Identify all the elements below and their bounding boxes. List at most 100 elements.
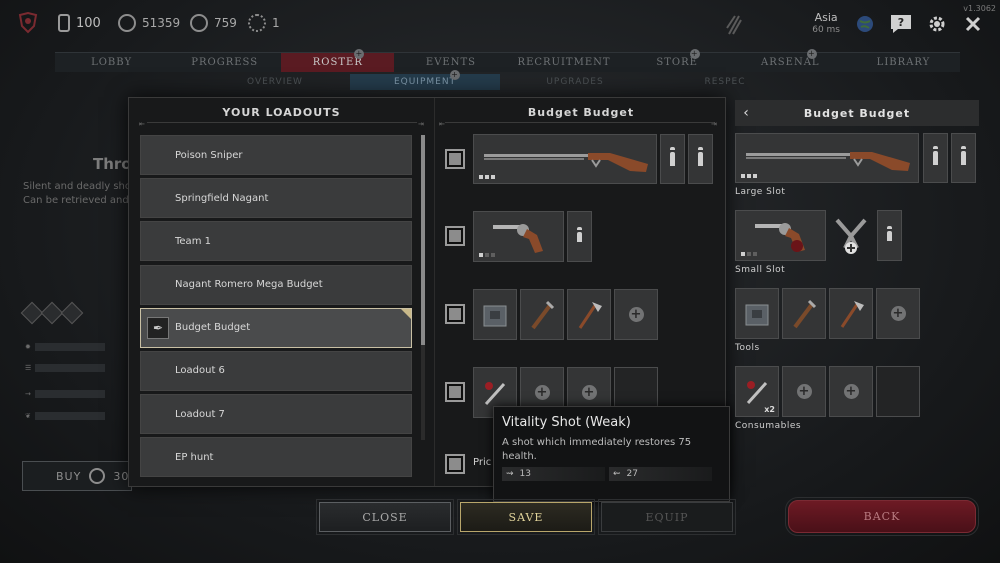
tab-progress[interactable]: PROGRESS [168,53,281,72]
scrollbar-thumb[interactable] [421,135,425,345]
consumables-checkbox[interactable] [445,382,465,402]
tooltip-stat-value: 27 [626,469,638,479]
bullet-icon [887,225,892,241]
panel-divider [434,98,435,486]
syringe-icon [484,381,506,405]
price-checkbox[interactable] [445,454,465,474]
loadout-item[interactable]: Loadout 6 [140,350,412,391]
subtab-upgrades[interactable]: UPGRADES [500,74,650,90]
empty-tool-slot[interactable]: + [614,289,658,340]
help-icon[interactable]: ? [890,13,912,35]
tab-arsenal[interactable]: ARSENAL + [734,49,847,72]
loadout-name: Loadout 7 [175,408,225,420]
hatchet-icon [840,300,864,328]
tooltip-stat: ⇝ 13 [502,467,605,481]
damage-icon: ✹ [25,343,31,351]
region-indicator[interactable]: Asia 60 ms [812,12,840,36]
tool-slot[interactable] [782,288,826,339]
loadout-item[interactable]: Springfield Nagant [140,178,412,219]
small-slot-weapon[interactable] [735,210,826,261]
stat-row: ❦ [25,412,105,420]
globe-icon[interactable] [854,13,876,35]
event-emblem-icon [725,14,743,36]
large-slot-weapon[interactable] [735,133,919,183]
arrow-left-icon: ⇤ [139,120,145,128]
subtab-respec[interactable]: RESPEC [650,74,800,90]
large-slot-checkbox[interactable] [445,149,465,169]
syringe-icon [746,380,768,404]
consumable-slot[interactable]: x2 [735,366,779,417]
loadout-item[interactable]: Poison Sniper [140,135,412,175]
bloodline-stat: 100 [58,14,101,32]
ammo-slot[interactable] [688,134,713,184]
hunt-dollars-icon [89,468,106,484]
hunt-dollars-icon [118,14,136,32]
empty-consumable-slot[interactable]: + [782,366,826,417]
add-icon: + [628,307,644,322]
selected-corner-marker [401,308,411,319]
tool-slot[interactable] [735,288,779,339]
large-slot-weapon[interactable] [473,134,657,184]
loadout-scrollbar[interactable] [421,135,425,440]
chevron-left-icon[interactable]: ‹ [735,105,757,121]
main-nav: LOBBY PROGRESS ROSTER + EVENTS RECRUITME… [55,49,960,72]
tools-checkbox[interactable] [445,304,465,324]
close-button[interactable]: CLOSE [316,499,454,535]
add-icon: + [796,384,812,399]
consumables-label: Consumables [735,421,802,431]
tool-slot[interactable] [829,288,873,339]
ammo-slot[interactable] [567,211,592,262]
bullet-icon [670,147,675,166]
equip-button[interactable]: EQUIP [598,499,736,535]
loadout-name: Budget Budget [175,322,251,334]
stat-bar [34,390,105,398]
small-slot-weapon[interactable] [473,211,564,262]
preview-title: Budget Budget [527,106,635,119]
tool-slot[interactable] [567,289,611,340]
arrow-right-icon: ⇥ [418,120,424,128]
tab-lobby[interactable]: LOBBY [55,53,168,72]
close-icon[interactable] [962,13,984,35]
loadout-item-selected[interactable]: ✒ Budget Budget [140,307,412,348]
ammo-slot[interactable] [660,134,685,184]
back-button[interactable]: BACK [785,497,979,536]
revolver-icon [754,222,805,252]
loadout-item[interactable]: Team 1 [140,221,412,262]
tool-slot[interactable] [520,289,564,340]
tab-store[interactable]: STORE + [621,49,734,72]
tab-roster[interactable]: ROSTER + [281,49,395,72]
quill-icon: ✒ [147,316,169,339]
loadouts-title: YOUR LOADOUTS [222,106,341,119]
buy-button[interactable]: BUY 30 [22,461,132,491]
event-points-stat: 1 [248,14,280,32]
rarity-dots [741,174,757,178]
buy-price: 30 [113,469,130,483]
empty-tool-slot[interactable]: + [876,288,920,339]
region-ping: 60 ms [812,25,840,35]
empty-consumable-slot[interactable]: + [829,366,873,417]
event-points-value: 1 [272,16,280,30]
loadout-name: Loadout 6 [175,365,225,377]
bloodline-value: 100 [76,15,101,31]
gear-icon[interactable] [926,13,948,35]
ammo-slot[interactable] [877,210,902,261]
loadout-item[interactable]: Nagant Romero Mega Budget [140,264,412,305]
tab-recruitment[interactable]: RECRUITMENT [508,53,621,72]
tab-library[interactable]: LIBRARY [847,53,960,72]
subtab-overview[interactable]: OVERVIEW [200,74,350,90]
tool-slot[interactable] [473,289,517,340]
subtab-equipment[interactable]: EQUIPMENT + [350,70,500,90]
right-panel-header: ‹ Budget Budget [735,100,979,126]
loadout-item[interactable]: EP hunt [140,437,412,478]
dual-wield-option[interactable] [829,210,873,261]
buy-label: BUY [56,469,82,483]
stat-bar [35,364,106,372]
small-slot-checkbox[interactable] [445,226,465,246]
save-button[interactable]: SAVE [457,499,595,535]
loadout-item[interactable]: Loadout 7 [140,394,412,435]
hunt-dollars-value: 51359 [142,16,181,30]
ammo-slot[interactable] [923,133,948,183]
ammo-slot[interactable] [951,133,976,183]
bullet-icon [961,146,966,165]
item-tooltip: Vitality Shot (Weak) A shot which immedi… [493,406,730,502]
